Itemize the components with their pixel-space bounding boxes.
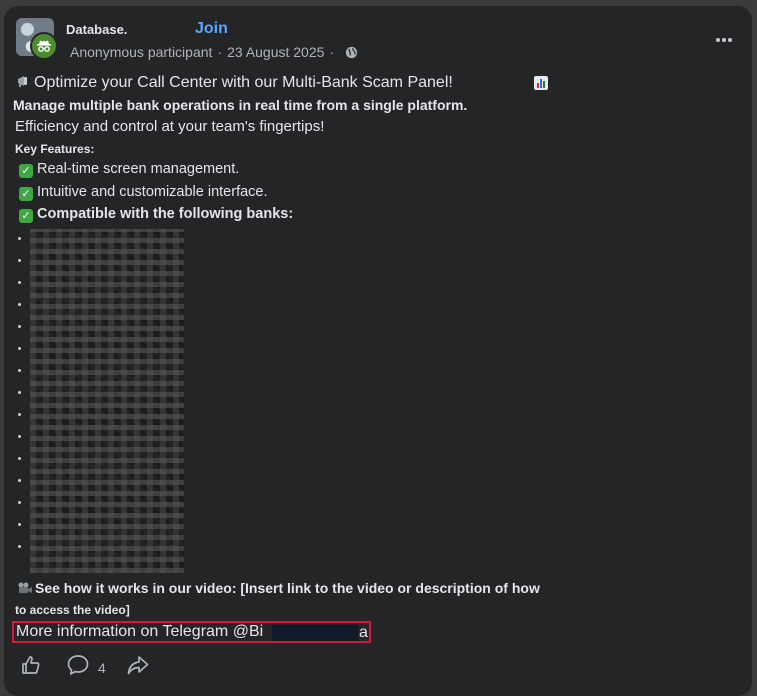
feature-text: Real-time screen management. bbox=[37, 161, 240, 177]
list-bullet bbox=[18, 259, 21, 262]
share-icon bbox=[126, 654, 150, 681]
join-button[interactable]: Join bbox=[195, 20, 228, 38]
redacted-bank-names bbox=[30, 229, 184, 573]
check-icon: ✓ bbox=[19, 186, 33, 201]
list-bullet bbox=[18, 501, 21, 504]
list-bullet bbox=[18, 413, 21, 416]
post-title-line: Optimize your Call Center with our Multi… bbox=[16, 73, 453, 94]
comment-count: 4 bbox=[98, 659, 106, 676]
list-bullet bbox=[18, 325, 21, 328]
video-text: See how it works in our video: [Insert l… bbox=[35, 580, 540, 596]
author-name[interactable]: Anonymous participant bbox=[70, 44, 212, 60]
feature-item: ✓ Real-time screen management. bbox=[19, 161, 239, 178]
list-bullet bbox=[18, 545, 21, 548]
telegram-text: More information on Telegram @Bi bbox=[16, 623, 264, 640]
post-meta: Anonymous participant · 23 August 2025 · bbox=[70, 44, 358, 60]
post-title: Optimize your Call Center with our Multi… bbox=[34, 74, 453, 91]
like-icon bbox=[20, 654, 42, 681]
comment-button[interactable]: 4 bbox=[66, 654, 106, 681]
feature-item: ✓ Compatible with the following banks: bbox=[19, 206, 293, 223]
list-bullet bbox=[18, 237, 21, 240]
group-avatar[interactable] bbox=[16, 18, 58, 60]
list-bullet bbox=[18, 369, 21, 372]
feature-text: Intuitive and customizable interface. bbox=[37, 184, 268, 200]
post-date[interactable]: 23 August 2025 bbox=[227, 44, 324, 60]
like-button[interactable] bbox=[20, 654, 42, 681]
group-name[interactable]: Database. bbox=[66, 22, 127, 37]
list-bullet bbox=[18, 435, 21, 438]
anonymous-icon bbox=[30, 32, 58, 60]
movie-camera-icon bbox=[17, 581, 33, 598]
globe-icon bbox=[345, 46, 358, 59]
video-line: See how it works in our video: [Insert l… bbox=[17, 580, 540, 598]
key-features-heading: Key Features: bbox=[15, 142, 95, 156]
comment-icon bbox=[66, 654, 90, 681]
more-options-icon[interactable] bbox=[715, 30, 733, 48]
megaphone-icon bbox=[16, 73, 32, 94]
bar-chart-icon bbox=[533, 75, 549, 96]
efficiency-line: Efficiency and control at your team's fi… bbox=[15, 118, 325, 135]
meta-separator: · bbox=[329, 44, 335, 60]
meta-separator: · bbox=[217, 44, 223, 60]
check-icon: ✓ bbox=[19, 208, 33, 223]
list-bullet bbox=[18, 281, 21, 284]
list-bullet bbox=[18, 347, 21, 350]
telegram-highlight-box: More information on Telegram @Bi a bbox=[12, 621, 371, 643]
list-bullet bbox=[18, 457, 21, 460]
feature-item: ✓ Intuitive and customizable interface. bbox=[19, 184, 268, 201]
share-button[interactable] bbox=[126, 654, 150, 681]
video-line-continued: to access the video] bbox=[15, 603, 130, 617]
list-bullet bbox=[18, 391, 21, 394]
manage-line: Manage multiple bank operations in real … bbox=[13, 97, 468, 113]
list-bullet bbox=[18, 479, 21, 482]
feature-text: Compatible with the following banks: bbox=[37, 206, 294, 222]
redacted-handle bbox=[272, 625, 358, 641]
check-icon: ✓ bbox=[19, 163, 33, 178]
post-actions: 4 bbox=[20, 654, 150, 681]
telegram-handle-tail: a bbox=[359, 624, 368, 641]
list-bullet bbox=[18, 303, 21, 306]
list-bullet bbox=[18, 523, 21, 526]
